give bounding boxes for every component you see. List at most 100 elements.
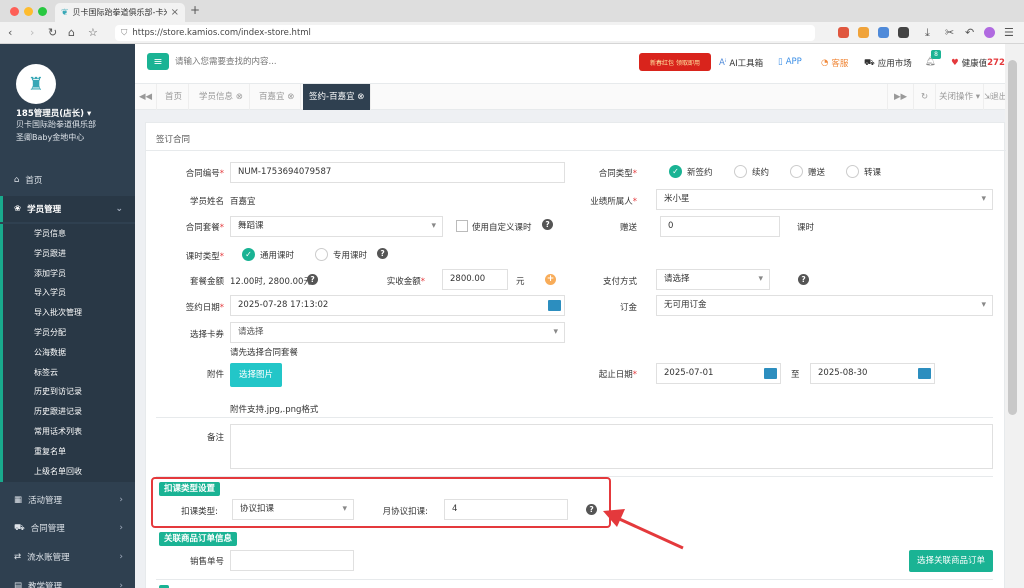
gift-hours-input[interactable]: 0 — [660, 216, 780, 237]
tab-student-info[interactable]: 学员信息 ⊗ — [193, 84, 250, 110]
pay-method-select[interactable]: 请选择 — [656, 269, 770, 290]
tabs-scroll-right-icon[interactable]: ▶▶ — [887, 84, 913, 110]
url-field[interactable]: ⛉ https://store.kamios.com/index-store.h… — [115, 25, 815, 41]
add-circle-icon[interactable]: + — [545, 274, 556, 285]
contract-type-gift-radio[interactable]: 赠送 — [790, 165, 825, 178]
monthly-deduct-input[interactable]: 4 — [444, 499, 568, 520]
hour-type-special-radio[interactable]: 专用课时 — [315, 248, 367, 261]
actual-amount-input[interactable]: 2800.00 — [442, 269, 508, 290]
check-icon: ✓ — [669, 165, 682, 178]
submenu-item-scripts[interactable]: 常用话术列表 — [3, 422, 135, 442]
calendar-icon[interactable] — [548, 300, 561, 311]
hour-type-general-radio[interactable]: ✓ 通用课时 — [242, 248, 294, 261]
menu-toggle-button[interactable]: ≡ — [147, 53, 169, 70]
sales-no-input[interactable] — [230, 550, 354, 571]
search-input[interactable] — [175, 53, 435, 71]
deposit-select[interactable]: 无可用订金 — [656, 295, 993, 316]
sidebar-item-contract[interactable]: ⛟ 合同管理 › — [0, 515, 135, 541]
sidebar-item-ledger[interactable]: ⇄ 流水账管理 › — [0, 544, 135, 570]
app-market-button[interactable]: ⛟ 应用市场 — [864, 57, 912, 70]
new-tab-icon[interactable]: + — [190, 3, 200, 17]
extension-camera-icon[interactable] — [898, 27, 909, 38]
submenu-item-duplicates[interactable]: 重复名单 — [3, 442, 135, 462]
calendar-icon[interactable] — [918, 368, 931, 379]
tab-close-icon[interactable]: ⊗ — [357, 92, 364, 102]
sidebar-item-activity[interactable]: ▦ 活动管理 › — [0, 487, 135, 513]
refresh-tab-icon[interactable]: ↻ — [913, 84, 935, 110]
help-icon[interactable]: ? — [542, 219, 553, 230]
back-icon[interactable]: ‹ — [8, 26, 12, 39]
package-label: 合同套餐* — [185, 223, 224, 233]
browser-menu-icon[interactable]: ☰ — [1004, 26, 1014, 39]
start-date-input[interactable]: 2025-07-01 — [656, 363, 781, 384]
download-icon[interactable]: ⤓ — [925, 26, 930, 40]
submenu-item-visit-history[interactable]: 历史到访记录 — [3, 382, 135, 402]
contract-type-transfer-radio[interactable]: 转课 — [846, 165, 881, 178]
close-window-button[interactable] — [10, 7, 19, 16]
scrollbar-thumb[interactable] — [1008, 60, 1017, 415]
logout-button[interactable]: ⇲退出 — [983, 84, 1007, 110]
tab-student-name[interactable]: 百嘉宜 ⊗ — [253, 84, 302, 110]
submenu-item-follow-up[interactable]: 学员跟进 — [3, 244, 135, 264]
submenu-item-recycle[interactable]: 上级名单回收 — [3, 462, 135, 482]
user-menu[interactable]: 185管理员(店长) ▾ — [16, 107, 91, 119]
end-date-input[interactable]: 2025-08-30 — [810, 363, 935, 384]
help-icon[interactable]: ? — [307, 274, 318, 285]
reload-icon[interactable]: ↻ — [48, 26, 57, 39]
health-indicator[interactable]: ♥ 健康值 272 — [951, 57, 1005, 69]
submenu-item-student-info[interactable]: 学员信息 — [3, 224, 135, 244]
contract-type-renew-radio[interactable]: 续约 — [734, 165, 769, 178]
bookmark-star-icon[interactable]: ☆ — [88, 26, 98, 39]
extension-share-icon[interactable] — [878, 27, 889, 38]
home-icon[interactable]: ⌂ — [68, 26, 75, 39]
close-ops-label: 关闭操作 — [939, 92, 974, 102]
forward-icon[interactable]: › — [30, 26, 34, 39]
logo-icon: ♜ — [27, 73, 45, 95]
tab-close-icon[interactable]: ⊗ — [236, 92, 243, 102]
choose-image-button[interactable]: 选择图片 — [230, 363, 282, 387]
ai-tools-button[interactable]: Aⁱ AI工具箱 — [719, 57, 763, 69]
undo-icon[interactable]: ↶ — [965, 26, 974, 39]
sidebar-item-home[interactable]: ⌂ 首页 — [0, 167, 135, 193]
service-button[interactable]: ◔ 客服 — [821, 57, 848, 69]
student-name-value: 百嘉宜 — [230, 197, 256, 207]
tabs-scroll-left-icon[interactable]: ◀◀ — [135, 84, 157, 110]
browser-tab[interactable]: ❦ 贝卡国际跆拳道俱乐部-卡米... × — [55, 3, 185, 22]
sidebar-item-teaching[interactable]: ▤ 教学管理 › — [0, 573, 135, 588]
extension-game-icon[interactable] — [838, 27, 849, 38]
close-ops-menu[interactable]: 关闭操作 ▾ — [935, 84, 983, 110]
remark-textarea[interactable] — [230, 424, 993, 469]
promo-banner[interactable]: 新春红包 领取即用 — [639, 53, 711, 71]
deduct-type-select[interactable]: 协议扣课 — [232, 499, 354, 520]
card-select[interactable]: 请选择 — [230, 322, 565, 343]
minimize-window-button[interactable] — [24, 7, 33, 16]
link-order-button[interactable]: 选择关联商品订单 — [909, 550, 993, 572]
submenu-item-follow-history[interactable]: 历史跟进记录 — [3, 402, 135, 422]
submenu-item-assign[interactable]: 学员分配 — [3, 323, 135, 343]
tab-contract[interactable]: 签约-百嘉宜 ⊗ — [303, 84, 372, 110]
help-icon[interactable]: ? — [798, 274, 809, 285]
sign-date-input[interactable]: 2025-07-28 17:13:02 — [230, 295, 565, 316]
owner-select[interactable]: 米小星 — [656, 189, 993, 210]
contract-no-input[interactable]: NUM-1753694079587 — [230, 162, 565, 183]
maximize-window-button[interactable] — [38, 7, 47, 16]
scissors-icon[interactable]: ✂ — [945, 26, 954, 39]
submenu-item-public-pool[interactable]: 公海数据 — [3, 343, 135, 363]
tab-close-icon[interactable]: × — [171, 7, 179, 18]
help-icon[interactable]: ? — [377, 248, 388, 259]
submenu-item-add-student[interactable]: 添加学员 — [3, 264, 135, 284]
contract-type-new-radio[interactable]: ✓ 新签约 — [669, 165, 713, 178]
tab-close-icon[interactable]: ⊗ — [287, 92, 294, 102]
extension-profile-icon[interactable] — [984, 27, 995, 38]
submenu-item-import-batch[interactable]: 导入批次管理 — [3, 303, 135, 323]
submenu-item-tag-cloud[interactable]: 标签云 — [3, 363, 135, 383]
package-select[interactable]: 舞蹈课 — [230, 216, 443, 237]
sidebar-item-student-management[interactable]: ❀ 学员管理 ⌄ — [0, 196, 135, 222]
app-button[interactable]: ▯ APP — [778, 57, 802, 67]
extension-clock-icon[interactable] — [858, 27, 869, 38]
custom-hours-checkbox[interactable] — [456, 220, 468, 232]
submenu-item-import-student[interactable]: 导入学员 — [3, 283, 135, 303]
tab-home[interactable]: 首页 — [159, 84, 190, 110]
calendar-icon[interactable] — [764, 368, 777, 379]
sidebar-item-label: 学员管理 — [27, 205, 62, 215]
